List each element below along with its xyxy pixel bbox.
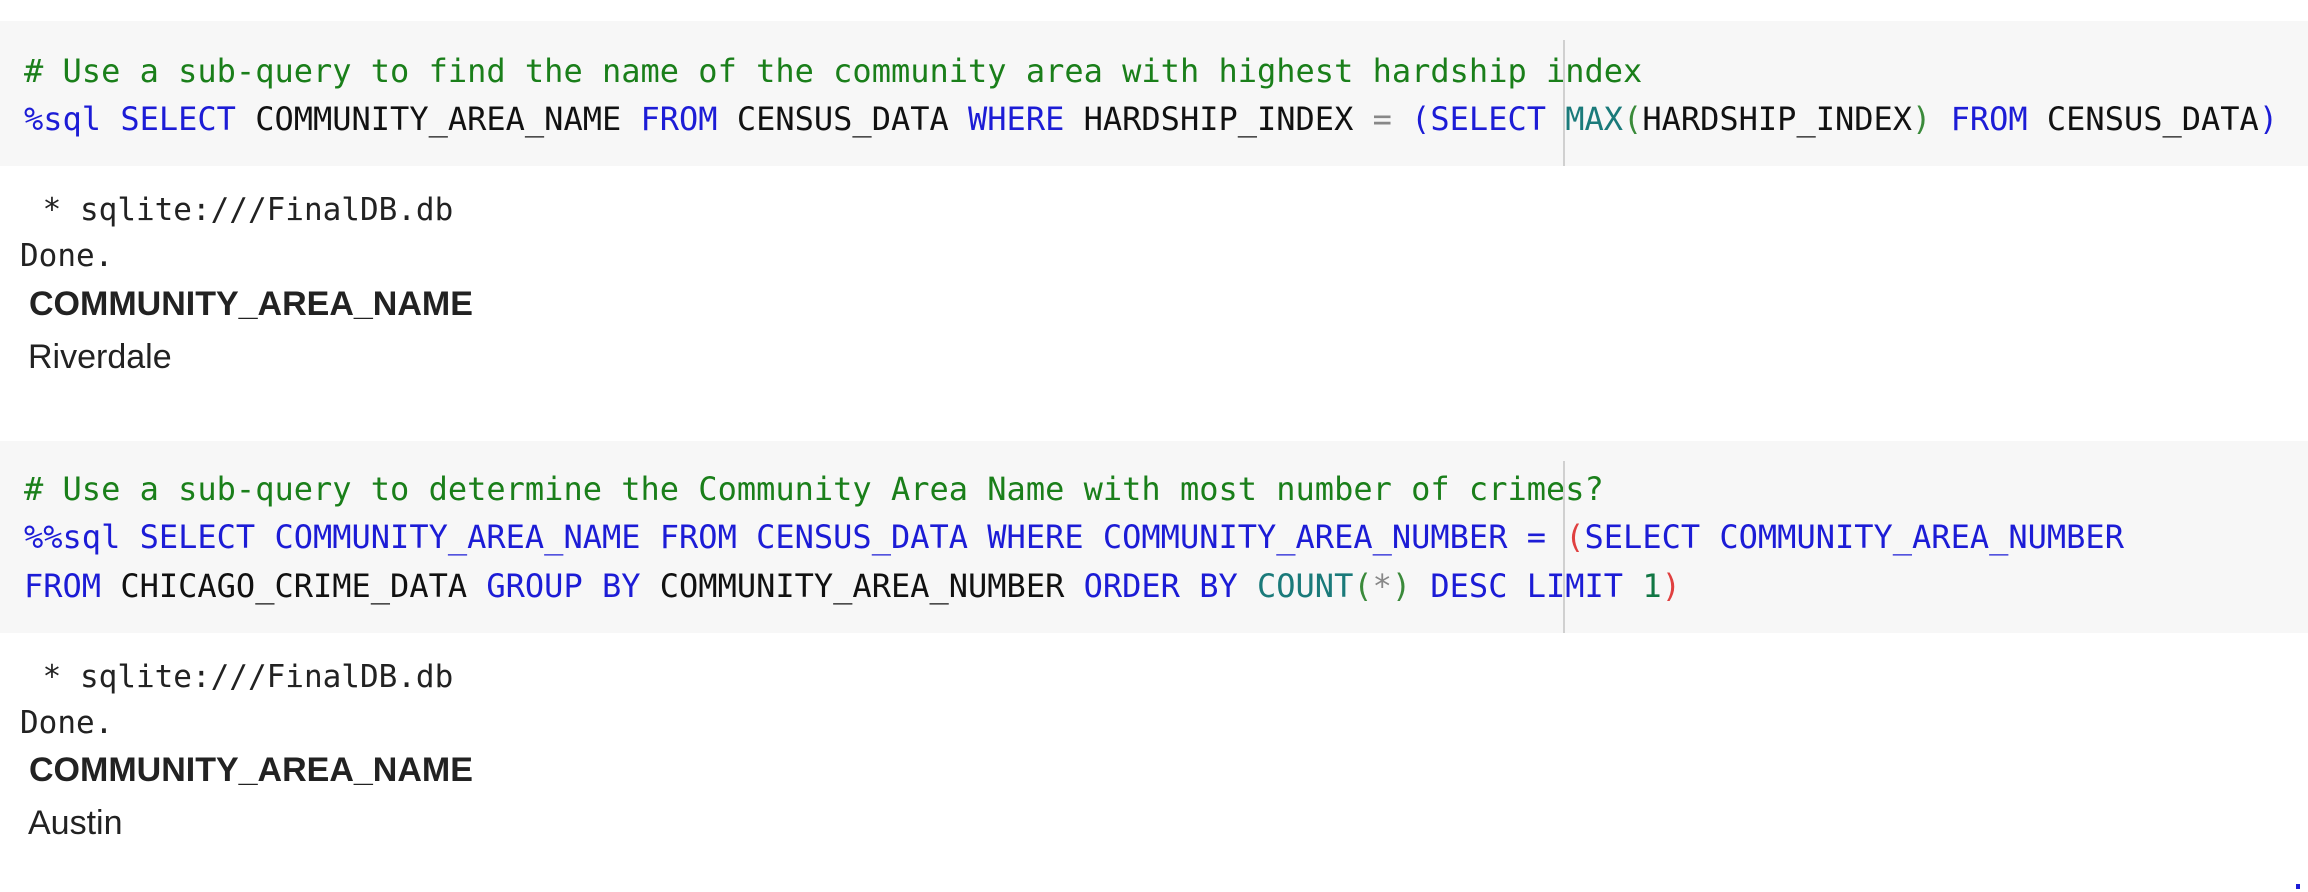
code-token-op: = [1372, 100, 1392, 138]
code-token-comment: # Use a sub-query to find the name of th… [24, 52, 1643, 90]
code-line: %%sql SELECT COMMUNITY_AREA_NAME FROM CE… [24, 513, 2124, 561]
code-token-func: MAX [1565, 100, 1624, 138]
code-token-name: CENSUS_DATA [717, 100, 969, 138]
code-line: %sql SELECT COMMUNITY_AREA_NAME FROM CEN… [24, 95, 2278, 143]
code-token-keyword: SELECT [1430, 100, 1546, 138]
code-token-name: HARDSHIP_INDEX [1064, 100, 1373, 138]
code-token-paren-red: ) [1661, 567, 1681, 605]
code-token-paren-blue: ( [1411, 100, 1431, 138]
code-token-keyword: SELECT [120, 100, 236, 138]
code-token-keyword: GROUP BY [486, 567, 641, 605]
result-column-header: COMMUNITY_AREA_NAME [29, 751, 473, 789]
output-status: Done. [20, 238, 114, 274]
output-status: Done. [20, 705, 114, 741]
code-token-paren-green: ) [1912, 100, 1932, 138]
code-line: # Use a sub-query to find the name of th… [24, 47, 1642, 95]
code-token-comment: # Use a sub-query to determine the Commu… [24, 470, 1604, 508]
code-token-name [1411, 567, 1430, 605]
code-token-paren-green: ( [1353, 567, 1373, 605]
code-token-keyword: FROM [640, 100, 718, 138]
output-connection: * sqlite:///FinalDB.db [24, 659, 454, 695]
code-token-op: * [1372, 567, 1392, 605]
code-line: FROM CHICAGO_CRIME_DATA GROUP BY COMMUNI… [24, 562, 1681, 610]
code-token-paren-red: ( [1565, 518, 1585, 556]
output-connection: * sqlite:///FinalDB.db [24, 192, 454, 228]
code-token-paren-green: ) [1391, 567, 1412, 605]
text-cursor-guide [1563, 40, 1565, 166]
result-cell: Austin [28, 804, 123, 842]
code-token-name [101, 100, 120, 138]
code-token-name [1931, 100, 1950, 138]
code-token-name: CHICAGO_CRIME_DATA [101, 567, 487, 605]
code-token-magic: %sql [24, 100, 102, 138]
code-token-keyword: FROM [1950, 100, 2028, 138]
code-token-name: COMMUNITY_AREA_NUMBER [640, 567, 1084, 605]
code-token-number: 1 [1642, 567, 1662, 605]
code-token-name: CENSUS_DATA [2027, 100, 2259, 138]
code-token-name [1238, 567, 1257, 605]
code-token-name [1623, 567, 1642, 605]
code-token-name: COMMUNITY_AREA_NAME [235, 100, 641, 138]
result-column-header: COMMUNITY_AREA_NAME [29, 285, 473, 323]
scroll-indicator [2296, 884, 2300, 889]
code-token-func: COUNT [1257, 567, 1354, 605]
code-token-paren-green: ( [1623, 100, 1643, 138]
text-cursor-guide [1563, 461, 1565, 633]
code-token-keyword: FROM [24, 567, 102, 605]
result-cell: Riverdale [28, 338, 172, 376]
code-token-name [120, 518, 139, 556]
code-token-name [1392, 100, 1411, 138]
code-token-name: HARDSHIP_INDEX [1642, 100, 1913, 138]
code-token-keyword: SELECT COMMUNITY_AREA_NUMBER [1584, 518, 2124, 556]
code-line: # Use a sub-query to determine the Commu… [24, 465, 1604, 513]
code-token-keyword: ORDER BY [1083, 567, 1238, 605]
code-cell-2-input[interactable]: # Use a sub-query to determine the Commu… [0, 441, 2308, 633]
code-token-keyword: DESC LIMIT [1430, 567, 1624, 605]
code-token-paren-blue: ) [2258, 100, 2279, 138]
code-token-magic: %%sql [24, 518, 121, 556]
code-token-keyword: SELECT COMMUNITY_AREA_NAME FROM CENSUS_D… [139, 518, 1566, 556]
code-token-keyword: WHERE [968, 100, 1065, 138]
code-cell-1-input[interactable]: # Use a sub-query to find the name of th… [0, 21, 2308, 166]
